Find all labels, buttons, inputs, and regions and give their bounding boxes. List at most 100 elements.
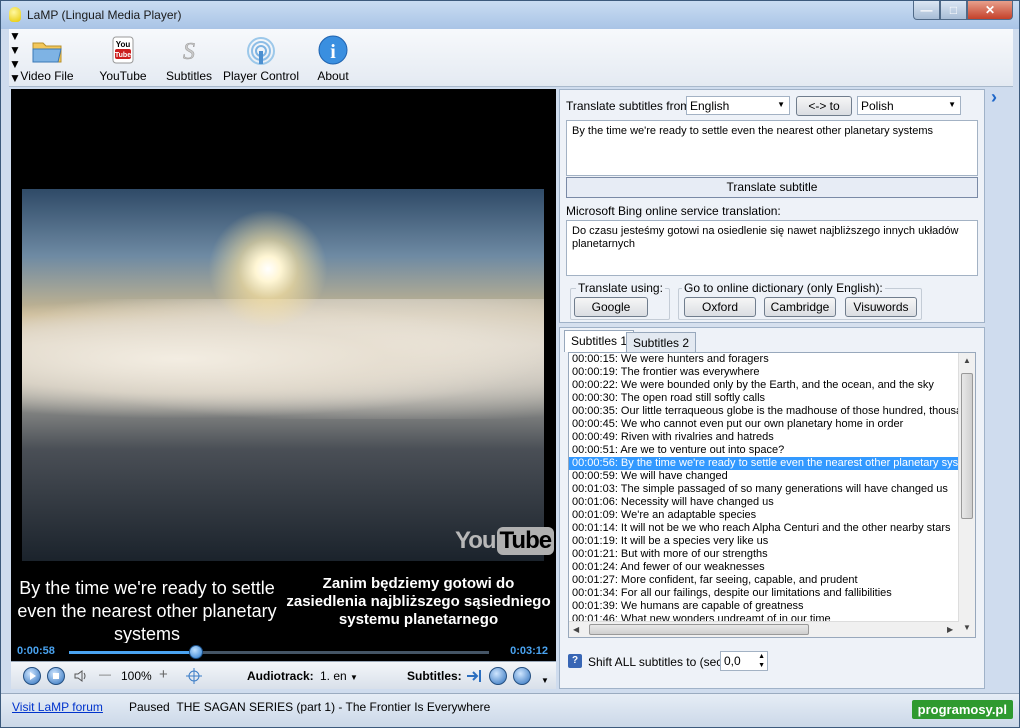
main-toolbar: Video File ▼ You Tube YouTube ▼ S Subtitl…: [9, 29, 1013, 87]
list-item[interactable]: 00:01:19: It will be a species very like…: [569, 535, 975, 548]
horizontal-scrollbar[interactable]: ◀ ▶: [569, 621, 959, 637]
list-item[interactable]: 00:01:09: We're an adaptable species: [569, 509, 975, 522]
time-total: 0:03:12: [510, 645, 548, 657]
scroll-right-icon[interactable]: ▶: [947, 625, 953, 634]
scroll-down-icon[interactable]: ▼: [963, 623, 971, 632]
video-file-label: Video File: [20, 69, 74, 83]
from-language-value: English: [690, 99, 730, 113]
about-dropdown-icon[interactable]: ▼: [9, 71, 1013, 85]
visuwords-button[interactable]: Visuwords: [845, 297, 917, 317]
horizontal-scroll-thumb[interactable]: [589, 624, 809, 635]
subtitle-toggle-2-button[interactable]: [513, 667, 531, 685]
audiotrack-select[interactable]: 1. en ▼: [320, 669, 358, 683]
video-file-button[interactable]: Video File: [19, 35, 75, 83]
from-language-select[interactable]: English ▼: [686, 96, 790, 115]
seek-track[interactable]: [69, 645, 489, 659]
player-control-label: Player Control: [222, 69, 300, 83]
video-sun: [208, 209, 328, 329]
play-button[interactable]: [23, 667, 41, 685]
scroll-up-icon[interactable]: ▲: [963, 356, 971, 365]
subtitles-button[interactable]: S Subtitles: [161, 35, 217, 83]
youtube-button[interactable]: You Tube YouTube: [95, 35, 151, 83]
list-item[interactable]: 00:01:39: We humans are capable of great…: [569, 600, 975, 613]
fit-crosshair-icon[interactable]: [185, 667, 203, 688]
oxford-button[interactable]: Oxford: [684, 297, 756, 317]
wireless-remote-icon: [245, 35, 277, 65]
cambridge-button[interactable]: Cambridge: [764, 297, 836, 317]
list-item[interactable]: 00:00:35: Our little terraqueous globe i…: [569, 405, 975, 418]
subtitles-s-icon: S: [173, 35, 205, 66]
list-item[interactable]: 00:00:15: We were hunters and foragers: [569, 353, 975, 366]
maximize-button[interactable]: □: [940, 1, 967, 20]
seek-knob[interactable]: [188, 645, 203, 659]
youtube-dropdown-icon[interactable]: ▼: [9, 43, 1013, 57]
translation-result-area[interactable]: Do czasu jesteśmy gotowi na osiedlenie s…: [566, 220, 978, 276]
player-control-button[interactable]: Player Control: [221, 35, 301, 83]
subtitle-rows: 00:00:15: We were hunters and foragers 00…: [569, 353, 975, 637]
about-button[interactable]: i About: [311, 35, 355, 83]
player-control-dropdown-icon[interactable]: ▼: [9, 57, 1013, 71]
tab-subtitles-1[interactable]: Subtitles 1: [564, 330, 635, 352]
stepper-arrows-icon[interactable]: ▲ ▼: [758, 652, 765, 670]
list-item[interactable]: 00:00:30: The open road still softly cal…: [569, 392, 975, 405]
to-language-value: Polish: [861, 99, 894, 113]
list-item[interactable]: 00:00:51: Are we to venture out into spa…: [569, 444, 975, 457]
list-item[interactable]: 00:00:22: We were bounded only by the Ea…: [569, 379, 975, 392]
zoom-in-icon[interactable]: +: [159, 666, 168, 683]
right-panel: Translate subtitles from English ▼ <-> to…: [559, 89, 985, 689]
close-button[interactable]: ✕: [967, 1, 1013, 20]
stop-button[interactable]: [47, 667, 65, 685]
video-area[interactable]: You Tube By the time we're ready to settl…: [11, 89, 556, 661]
chevron-down-icon: ▼: [948, 100, 956, 109]
list-item[interactable]: 00:01:14: It will not be we who reach Al…: [569, 522, 975, 535]
seek-fill: [69, 651, 196, 654]
list-item[interactable]: 00:01:34: For all our failings, despite …: [569, 587, 975, 600]
controls-menu-icon[interactable]: ▼: [541, 676, 549, 685]
vertical-scroll-thumb[interactable]: [961, 373, 973, 519]
svg-text:You: You: [116, 40, 131, 49]
subtitle-list[interactable]: 00:00:15: We were hunters and foragers 00…: [568, 352, 976, 638]
source-text-area[interactable]: By the time we're ready to settle even t…: [566, 120, 978, 176]
shift-stepper[interactable]: 0,0 ▲ ▼: [720, 651, 768, 671]
window-title: LaMP (Lingual Media Player): [27, 8, 182, 22]
google-button[interactable]: Google: [574, 297, 648, 317]
list-item[interactable]: 00:00:59: We will have changed: [569, 470, 975, 483]
youtube-watermark: You Tube: [455, 527, 555, 555]
to-language-select[interactable]: Polish ▼: [857, 96, 961, 115]
about-label: About: [317, 69, 349, 83]
audiotrack-dropdown-icon: ▼: [350, 673, 358, 682]
speaker-icon[interactable]: [73, 668, 89, 687]
minimize-button[interactable]: —: [913, 1, 940, 20]
player-controls: — 100% + Audiotrack: 1. en ▼ Subtitles: …: [11, 661, 556, 689]
list-item[interactable]: 00:00:56: By the time we're ready to set…: [569, 457, 975, 470]
list-item[interactable]: 00:01:24: And fewer of our weaknesses: [569, 561, 975, 574]
expand-panel-chevron-icon[interactable]: ›: [991, 87, 997, 108]
zoom-out-icon[interactable]: —: [99, 667, 111, 681]
vertical-scrollbar[interactable]: ▲ ▼: [958, 353, 975, 637]
tab-subtitles-2[interactable]: Subtitles 2: [626, 332, 697, 352]
list-item[interactable]: 00:00:49: Riven with rivalries and hatre…: [569, 431, 975, 444]
time-current: 0:00:58: [17, 645, 55, 657]
list-item[interactable]: 00:00:19: The frontier was everywhere: [569, 366, 975, 379]
swap-language-button[interactable]: <-> to: [796, 96, 852, 116]
list-item[interactable]: 00:01:06: Necessity will have changed us: [569, 496, 975, 509]
subtitles-control-label: Subtitles:: [407, 669, 462, 683]
subtitle-sync-icon[interactable]: [465, 667, 483, 688]
status-bar: Visit LaMP forum Paused THE SAGAN SERIES…: [1, 693, 1019, 727]
svg-text:S: S: [183, 39, 195, 65]
list-item[interactable]: 00:01:21: But with more of our strengths: [569, 548, 975, 561]
subtitle-toggle-1-button[interactable]: [489, 667, 507, 685]
video-file-dropdown-icon[interactable]: ▼: [9, 29, 1013, 43]
youtube-label: YouTube: [99, 69, 147, 83]
list-item[interactable]: 00:01:03: The simple passaged of so many…: [569, 483, 975, 496]
playback-status: Paused THE SAGAN SERIES (part 1) - The F…: [129, 700, 490, 714]
translate-subtitle-button[interactable]: Translate subtitle: [566, 177, 978, 198]
brand-badge: programosy.pl: [911, 700, 1013, 719]
list-item[interactable]: 00:00:45: We who cannot even put our own…: [569, 418, 975, 431]
chevron-down-icon: ▼: [777, 100, 785, 109]
forum-link[interactable]: Visit LaMP forum: [12, 700, 103, 714]
list-item[interactable]: 00:01:27: More confident, far seeing, ca…: [569, 574, 975, 587]
help-icon[interactable]: ?: [568, 654, 582, 668]
scroll-left-icon[interactable]: ◀: [573, 625, 579, 634]
svg-text:Tube: Tube: [115, 52, 131, 59]
